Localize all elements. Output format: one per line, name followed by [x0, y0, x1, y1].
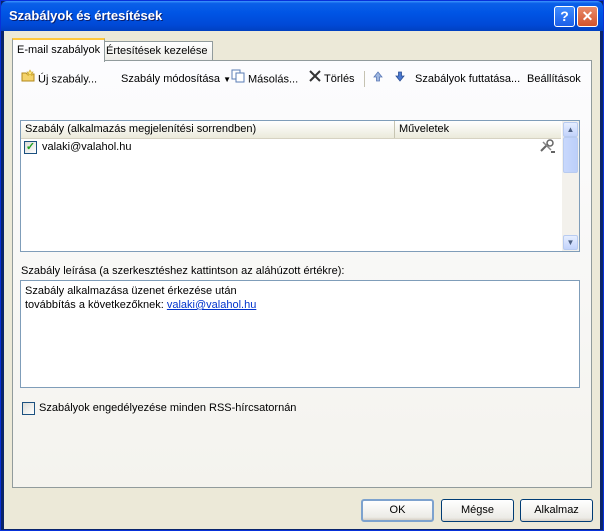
run-rules-label: Szabályok futtatása... [415, 73, 521, 85]
rss-rules-checkbox[interactable] [22, 401, 35, 415]
rule-enabled-checkbox[interactable]: ✓ [24, 141, 37, 154]
scroll-thumb[interactable] [563, 137, 578, 173]
rule-description-box: Szabály alkalmazása üzenet érkezése után… [20, 280, 580, 388]
rules-list-scrollbar[interactable]: ▲ ▼ [562, 121, 579, 251]
copy-icon [231, 69, 245, 90]
rule-row[interactable]: ✓ valaki@valahol.hu [21, 139, 561, 155]
tab-email-rules[interactable]: E-mail szabályok [12, 38, 106, 62]
window-title: Szabályok és értesítések [9, 8, 163, 23]
run-rules-button[interactable]: Szabályok futtatása... [415, 69, 520, 89]
rules-toolbar: Új szabály... Szabály módosítása ▼ Másol… [19, 69, 589, 89]
move-down-button[interactable] [395, 69, 405, 89]
delete-x-icon [309, 69, 321, 89]
rss-rules-option[interactable]: Szabályok engedélyezése minden RSS-hírcs… [22, 401, 296, 417]
arrow-down-icon [395, 71, 405, 85]
rss-rules-label: Szabályok engedélyezése minden RSS-hírcs… [39, 402, 297, 414]
close-button[interactable]: ✕ [577, 6, 598, 27]
description-line-2: továbbítás a következőknek: valaki@valah… [25, 298, 575, 312]
tab-email-rules-label: E-mail szabályok [17, 44, 101, 56]
rules-dialog-window: Szabályok és értesítések ? ✕ E-mail szab… [0, 0, 604, 531]
modify-rule-label: Szabály módosítása [121, 73, 221, 85]
chevron-down-icon: ▼ [223, 75, 232, 84]
delete-button[interactable]: Törlés [309, 69, 355, 89]
dialog-client-area: E-mail szabályok Értesítések kezelése Új… [4, 31, 600, 529]
options-label: Beállítások [527, 73, 581, 85]
copy-button[interactable]: Másolás... [231, 69, 298, 89]
help-button[interactable]: ? [554, 6, 575, 27]
scroll-up-icon[interactable]: ▲ [563, 122, 578, 137]
delete-label: Törlés [324, 73, 355, 85]
options-button[interactable]: Beállítások [527, 69, 581, 89]
tab-alerts-manage-label: Értesítések kezelése [106, 45, 208, 57]
rule-action-tools-icon [539, 139, 555, 158]
new-rule-icon [21, 69, 35, 90]
description-line-1: Szabály alkalmazása üzenet érkezése után [25, 285, 237, 297]
forward-address-link[interactable]: valaki@valahol.hu [167, 299, 256, 311]
cancel-button[interactable]: Mégse [441, 499, 514, 522]
tab-alerts-manage[interactable]: Értesítések kezelése [101, 41, 213, 61]
email-rules-panel: Új szabály... Szabály módosítása ▼ Másol… [12, 60, 592, 488]
move-up-button[interactable] [373, 69, 383, 89]
copy-label: Másolás... [248, 73, 299, 86]
column-header-rule[interactable]: Szabály (alkalmazás megjelenítési sorren… [21, 121, 395, 138]
forward-to-text: továbbítás a következőknek: [25, 299, 164, 311]
apply-button[interactable]: Alkalmaz [520, 499, 593, 522]
rule-description-label: Szabály leírása (a szerkesztéshez kattin… [21, 265, 345, 277]
modify-rule-button[interactable]: Szabály módosítása ▼ [121, 69, 231, 89]
new-rule-button[interactable]: Új szabály... [21, 69, 97, 89]
rules-list[interactable]: Szabály (alkalmazás megjelenítési sorren… [20, 120, 580, 252]
title-bar[interactable]: Szabályok és értesítések ? ✕ [1, 1, 603, 31]
new-rule-label: Új szabály... [38, 73, 98, 86]
scroll-down-icon[interactable]: ▼ [563, 235, 578, 250]
rules-list-header: Szabály (alkalmazás megjelenítési sorren… [21, 121, 561, 139]
ok-button[interactable]: OK [361, 499, 434, 522]
rule-name: valaki@valahol.hu [42, 141, 132, 153]
column-header-actions[interactable]: Műveletek [395, 121, 561, 138]
toolbar-separator [364, 71, 365, 87]
arrow-up-icon [373, 71, 383, 85]
